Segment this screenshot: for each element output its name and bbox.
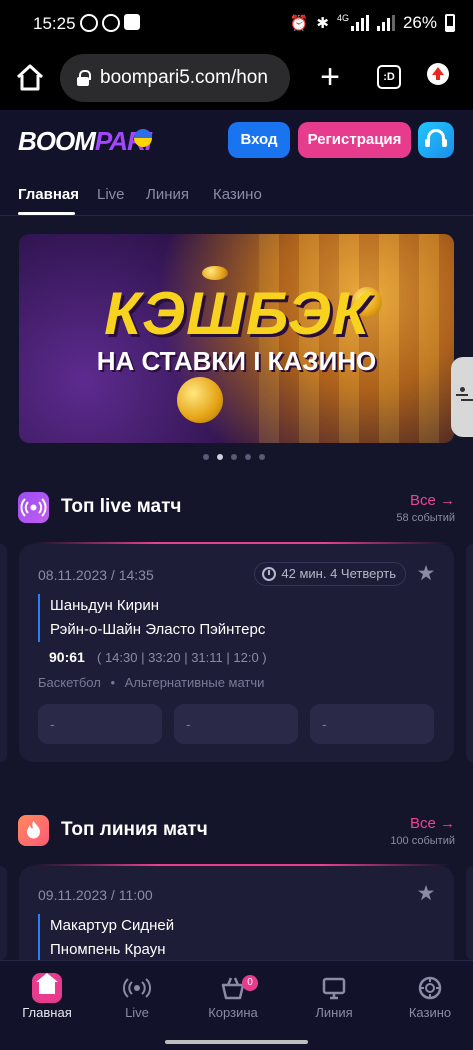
alarm-icon: ⏰: [289, 15, 309, 32]
site-header: BOOMPARI Вход Регистрация: [0, 110, 473, 170]
banner-subtitle: НА СТАВКИ І КАЗИНО: [96, 346, 377, 376]
login-button[interactable]: Вход: [228, 122, 290, 158]
promo-banner[interactable]: КЭШБЭК НА СТАВКИ І КАЗИНО: [19, 234, 454, 443]
update-icon[interactable]: [427, 63, 449, 85]
banner-title: КЭШБЭК: [104, 280, 370, 347]
tab-line[interactable]: Линия: [146, 186, 189, 203]
bottom-navigation: Главная Live 0 Корзина Линия Казино: [0, 960, 473, 1050]
bottom-nav-label: Казино: [408, 1005, 452, 1020]
carousel-dot-active[interactable]: [217, 454, 223, 460]
match-date: 09.11.2023 / 11:00: [38, 887, 153, 903]
new-tab-button[interactable]: +: [315, 60, 345, 96]
tab-main[interactable]: Главная: [18, 186, 79, 203]
bottom-nav-label: Live: [125, 1005, 149, 1020]
carousel-dot[interactable]: [259, 454, 265, 460]
next-card-peek[interactable]: [466, 866, 473, 960]
carousel-dots: [203, 454, 265, 460]
bottom-nav-label: Линия: [315, 1005, 353, 1020]
support-headset-icon[interactable]: [418, 122, 454, 158]
home-icon: [32, 973, 62, 1003]
tab-live[interactable]: Live: [97, 186, 125, 203]
match-periods: ( 14:30 | 33:20 | 31:11 | 12:0 ): [97, 650, 267, 665]
monitor-icon: [322, 977, 346, 1000]
lock-icon: [76, 70, 91, 86]
4g-signal-icon: 4G: [337, 13, 369, 31]
carousel-dot[interactable]: [203, 454, 209, 460]
favorite-star-icon[interactable]: ★: [416, 883, 436, 904]
match-teams: Макартур Сидней Пномпень Краун: [38, 914, 174, 962]
tab-switcher-button[interactable]: :D: [377, 65, 401, 89]
fire-icon: [18, 815, 49, 846]
live-broadcast-icon: [18, 492, 49, 523]
carousel-dot[interactable]: [245, 454, 251, 460]
accessibility-icon[interactable]: [451, 357, 473, 437]
live-match-card[interactable]: 08.11.2023 / 14:35 42 мин. 4 Четверть ★ …: [19, 544, 454, 762]
top-line-title: Топ линия матч: [61, 819, 208, 840]
viber-icon: [80, 14, 98, 32]
address-bar[interactable]: boompari5.com/hon: [60, 54, 290, 102]
match-timer: 42 мин. 4 Четверть: [254, 562, 406, 586]
team-2: Рэйн-о-Шайн Эласто Пэйнтерс: [50, 621, 266, 638]
bottom-nav-label: Главная: [22, 1005, 72, 1020]
url-text: boompari5.com/hon: [100, 67, 268, 88]
casino-chip-icon: [418, 976, 442, 1000]
battery-percent: 26%: [402, 13, 437, 32]
viber-icon: [102, 14, 120, 32]
bluetooth-icon: ✱: [316, 15, 329, 32]
match-score: 90:61: [49, 649, 85, 665]
carousel-dot[interactable]: [231, 454, 237, 460]
top-line-count: 100 событий: [390, 835, 455, 847]
match-meta: Баскетбол • Альтернативные матчи: [38, 675, 265, 690]
sport-name: Баскетбол: [38, 675, 101, 690]
coin-icon: [177, 377, 223, 423]
prev-card-peek[interactable]: [0, 866, 7, 960]
team-1: Шаньдун Кирин: [50, 597, 160, 614]
ukraine-flag-icon: [134, 129, 152, 147]
team-2: Пномпень Краун: [50, 941, 166, 958]
register-button[interactable]: Регистрация: [298, 122, 411, 158]
odd-button[interactable]: -: [38, 704, 162, 744]
signal-icon: [376, 15, 395, 31]
next-card-peek[interactable]: [466, 544, 473, 762]
coin-icon: [202, 266, 228, 280]
match-teams: Шаньдун Кирин Рэйн-о-Шайн Эласто Пэйнтер…: [38, 594, 265, 642]
home-icon[interactable]: [14, 62, 46, 94]
live-broadcast-icon: [122, 978, 152, 998]
team-1: Макартур Сидней: [50, 917, 175, 934]
top-live-all-link[interactable]: Все →: [410, 492, 455, 509]
status-bar: 15:25 ⏰ ✱ 4G 26%: [0, 0, 473, 48]
tab-casino[interactable]: Казино: [213, 186, 262, 203]
favorite-star-icon[interactable]: ★: [416, 563, 436, 584]
bottom-nav-label: Корзина: [208, 1005, 258, 1020]
odd-button[interactable]: -: [310, 704, 434, 744]
main-tabs: Главная Live Линия Казино: [0, 170, 473, 216]
basket-count-badge: 0: [242, 975, 258, 991]
gesture-bar[interactable]: [165, 1040, 308, 1044]
battery-icon: [445, 14, 455, 32]
odd-button[interactable]: -: [174, 704, 298, 744]
prev-card-peek[interactable]: [0, 544, 7, 762]
status-time: 15:25: [33, 14, 76, 33]
clock-icon: [262, 567, 277, 581]
top-live-title: Топ live матч: [61, 496, 182, 517]
league-name: Альтернативные матчи: [124, 675, 265, 690]
active-tab-indicator: [18, 212, 75, 215]
gallery-icon: [124, 14, 140, 30]
top-line-all-link[interactable]: Все →: [410, 815, 455, 832]
top-live-count: 58 событий: [396, 512, 455, 524]
browser-toolbar: boompari5.com/hon + :D: [0, 48, 473, 110]
boompari-logo[interactable]: BOOMPARI: [18, 126, 152, 157]
match-date: 08.11.2023 / 14:35: [38, 567, 154, 583]
